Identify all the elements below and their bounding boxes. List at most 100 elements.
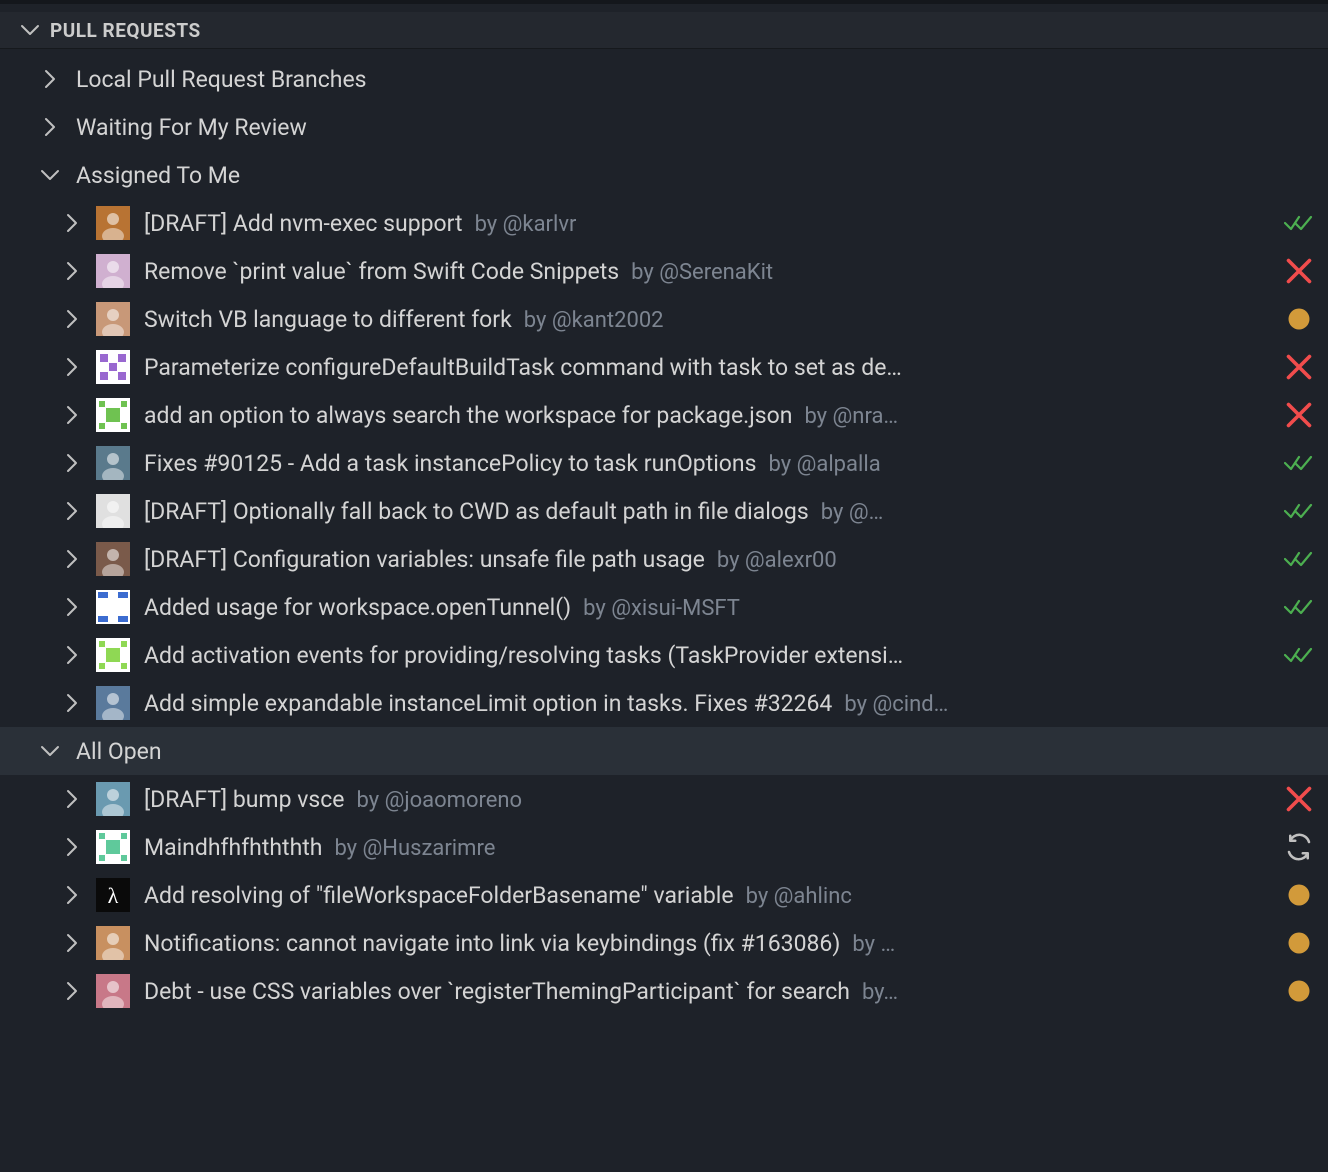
pr-title: [DRAFT] Add nvm-exec support — [144, 210, 463, 237]
status-success-icon — [1284, 544, 1314, 574]
pr-item[interactable]: [DRAFT] Configuration variables: unsafe … — [0, 535, 1328, 583]
chevron-right-icon — [60, 643, 84, 667]
avatar — [96, 542, 130, 576]
pr-item[interactable]: Add activation events for providing/reso… — [0, 631, 1328, 679]
pr-text: Fixes #90125 - Add a task instancePolicy… — [144, 450, 1274, 477]
pr-author: by @ahlinc — [746, 884, 852, 909]
pr-author: by @Huszarimre — [334, 836, 495, 861]
chevron-right-icon — [60, 931, 84, 955]
panel-header[interactable]: PULL REQUESTS — [0, 12, 1328, 49]
pr-text: [DRAFT] Optionally fall back to CWD as d… — [144, 498, 1274, 525]
avatar — [96, 206, 130, 240]
pr-item[interactable]: Remove `print value` from Swift Code Sni… — [0, 247, 1328, 295]
chevron-right-icon — [60, 691, 84, 715]
status-pending-icon — [1284, 928, 1314, 958]
status-sync-icon — [1284, 832, 1314, 862]
avatar — [96, 782, 130, 816]
status-success-icon — [1284, 496, 1314, 526]
chevron-down-icon — [18, 18, 42, 42]
avatar — [96, 302, 130, 336]
group-label: Assigned To Me — [76, 162, 240, 189]
pr-item[interactable]: λ Add resolving of "fileWorkspaceFolderBa… — [0, 871, 1328, 919]
pr-title: Add activation events for providing/reso… — [144, 642, 903, 669]
pr-item[interactable]: [DRAFT] bump vsceby @joaomoreno — [0, 775, 1328, 823]
pr-item[interactable]: Debt - use CSS variables over `registerT… — [0, 967, 1328, 1015]
chevron-right-icon — [60, 355, 84, 379]
group-label: Local Pull Request Branches — [76, 66, 367, 93]
pr-title: Fixes #90125 - Add a task instancePolicy… — [144, 450, 757, 477]
avatar — [96, 638, 130, 672]
pr-item[interactable]: [DRAFT] Add nvm-exec supportby @karlvr — [0, 199, 1328, 247]
pr-title: Added usage for workspace.openTunnel() — [144, 594, 571, 621]
avatar — [96, 974, 130, 1008]
status-fail-icon — [1284, 352, 1314, 382]
pr-title: Switch VB language to different fork — [144, 306, 512, 333]
chevron-right-icon — [60, 403, 84, 427]
pr-item[interactable]: Add simple expandable instanceLimit opti… — [0, 679, 1328, 727]
pr-author: by… — [862, 980, 898, 1005]
pr-author: by @cind… — [844, 692, 948, 717]
pr-text: Debt - use CSS variables over `registerT… — [144, 978, 1274, 1005]
chevron-down-icon — [38, 739, 62, 763]
avatar — [96, 350, 130, 384]
pr-item[interactable]: Maindhfhfhththth by @Huszarimre — [0, 823, 1328, 871]
pr-text: Parameterize configureDefaultBuildTask c… — [144, 354, 1274, 381]
pr-text: Maindhfhfhththth by @Huszarimre — [144, 834, 1274, 861]
status-pending-icon — [1284, 880, 1314, 910]
status-none-icon — [1284, 688, 1314, 718]
group-label: Waiting For My Review — [76, 114, 307, 141]
pr-text: Switch VB language to different fork by @… — [144, 306, 1274, 333]
avatar — [96, 926, 130, 960]
status-fail-icon — [1284, 400, 1314, 430]
pr-author: by @xisui-MSFT — [583, 596, 740, 621]
pr-item[interactable]: Notifications: cannot navigate into link… — [0, 919, 1328, 967]
pr-title: Add simple expandable instanceLimit opti… — [144, 690, 832, 717]
status-fail-icon — [1284, 784, 1314, 814]
pr-author: by @SerenaKit — [631, 260, 773, 285]
pr-text: add an option to always search the works… — [144, 402, 1274, 429]
pr-item[interactable]: Added usage for workspace.openTunnel() by… — [0, 583, 1328, 631]
svg-text:λ: λ — [108, 883, 119, 908]
pr-text: Added usage for workspace.openTunnel() by… — [144, 594, 1274, 621]
status-success-icon — [1284, 640, 1314, 670]
pr-text: [DRAFT] Add nvm-exec supportby @karlvr — [144, 210, 1274, 237]
pr-item[interactable]: Fixes #90125 - Add a task instancePolicy… — [0, 439, 1328, 487]
avatar — [96, 446, 130, 480]
chevron-right-icon — [60, 595, 84, 619]
pr-author: by @alexr00 — [717, 548, 837, 573]
pr-author: by @kant2002 — [524, 308, 664, 333]
pr-text: Add simple expandable instanceLimit opti… — [144, 690, 1274, 717]
pr-title: Parameterize configureDefaultBuildTask c… — [144, 354, 902, 381]
pr-text: Remove `print value` from Swift Code Sni… — [144, 258, 1274, 285]
avatar — [96, 830, 130, 864]
status-pending-icon — [1284, 976, 1314, 1006]
chevron-right-icon — [60, 547, 84, 571]
pr-item[interactable]: Switch VB language to different fork by @… — [0, 295, 1328, 343]
pr-text: [DRAFT] bump vsceby @joaomoreno — [144, 786, 1274, 813]
pr-author: by @alpalla — [769, 452, 881, 477]
status-success-icon — [1284, 208, 1314, 238]
pr-title: [DRAFT] bump vsce — [144, 786, 344, 813]
group-waiting[interactable]: Waiting For My Review — [0, 103, 1328, 151]
pr-title: Notifications: cannot navigate into link… — [144, 930, 840, 957]
group-local[interactable]: Local Pull Request Branches — [0, 55, 1328, 103]
pr-author: by @… — [821, 500, 884, 525]
pr-item[interactable]: add an option to always search the works… — [0, 391, 1328, 439]
pr-title: [DRAFT] Optionally fall back to CWD as d… — [144, 498, 809, 525]
pr-title: Remove `print value` from Swift Code Sni… — [144, 258, 619, 285]
group-allopen[interactable]: All Open — [0, 727, 1328, 775]
pr-title: Maindhfhfhththth — [144, 834, 322, 861]
chevron-right-icon — [60, 883, 84, 907]
chevron-right-icon — [60, 307, 84, 331]
pr-text: Add activation events for providing/reso… — [144, 642, 1274, 669]
chevron-right-icon — [60, 787, 84, 811]
pr-text: Add resolving of "fileWorkspaceFolderBas… — [144, 882, 1274, 909]
chevron-right-icon — [60, 499, 84, 523]
group-assigned[interactable]: Assigned To Me — [0, 151, 1328, 199]
pr-item[interactable]: [DRAFT] Optionally fall back to CWD as d… — [0, 487, 1328, 535]
status-success-icon — [1284, 448, 1314, 478]
pr-item[interactable]: Parameterize configureDefaultBuildTask c… — [0, 343, 1328, 391]
chevron-right-icon — [60, 451, 84, 475]
group-label: All Open — [76, 738, 162, 765]
pr-text: Notifications: cannot navigate into link… — [144, 930, 1274, 957]
